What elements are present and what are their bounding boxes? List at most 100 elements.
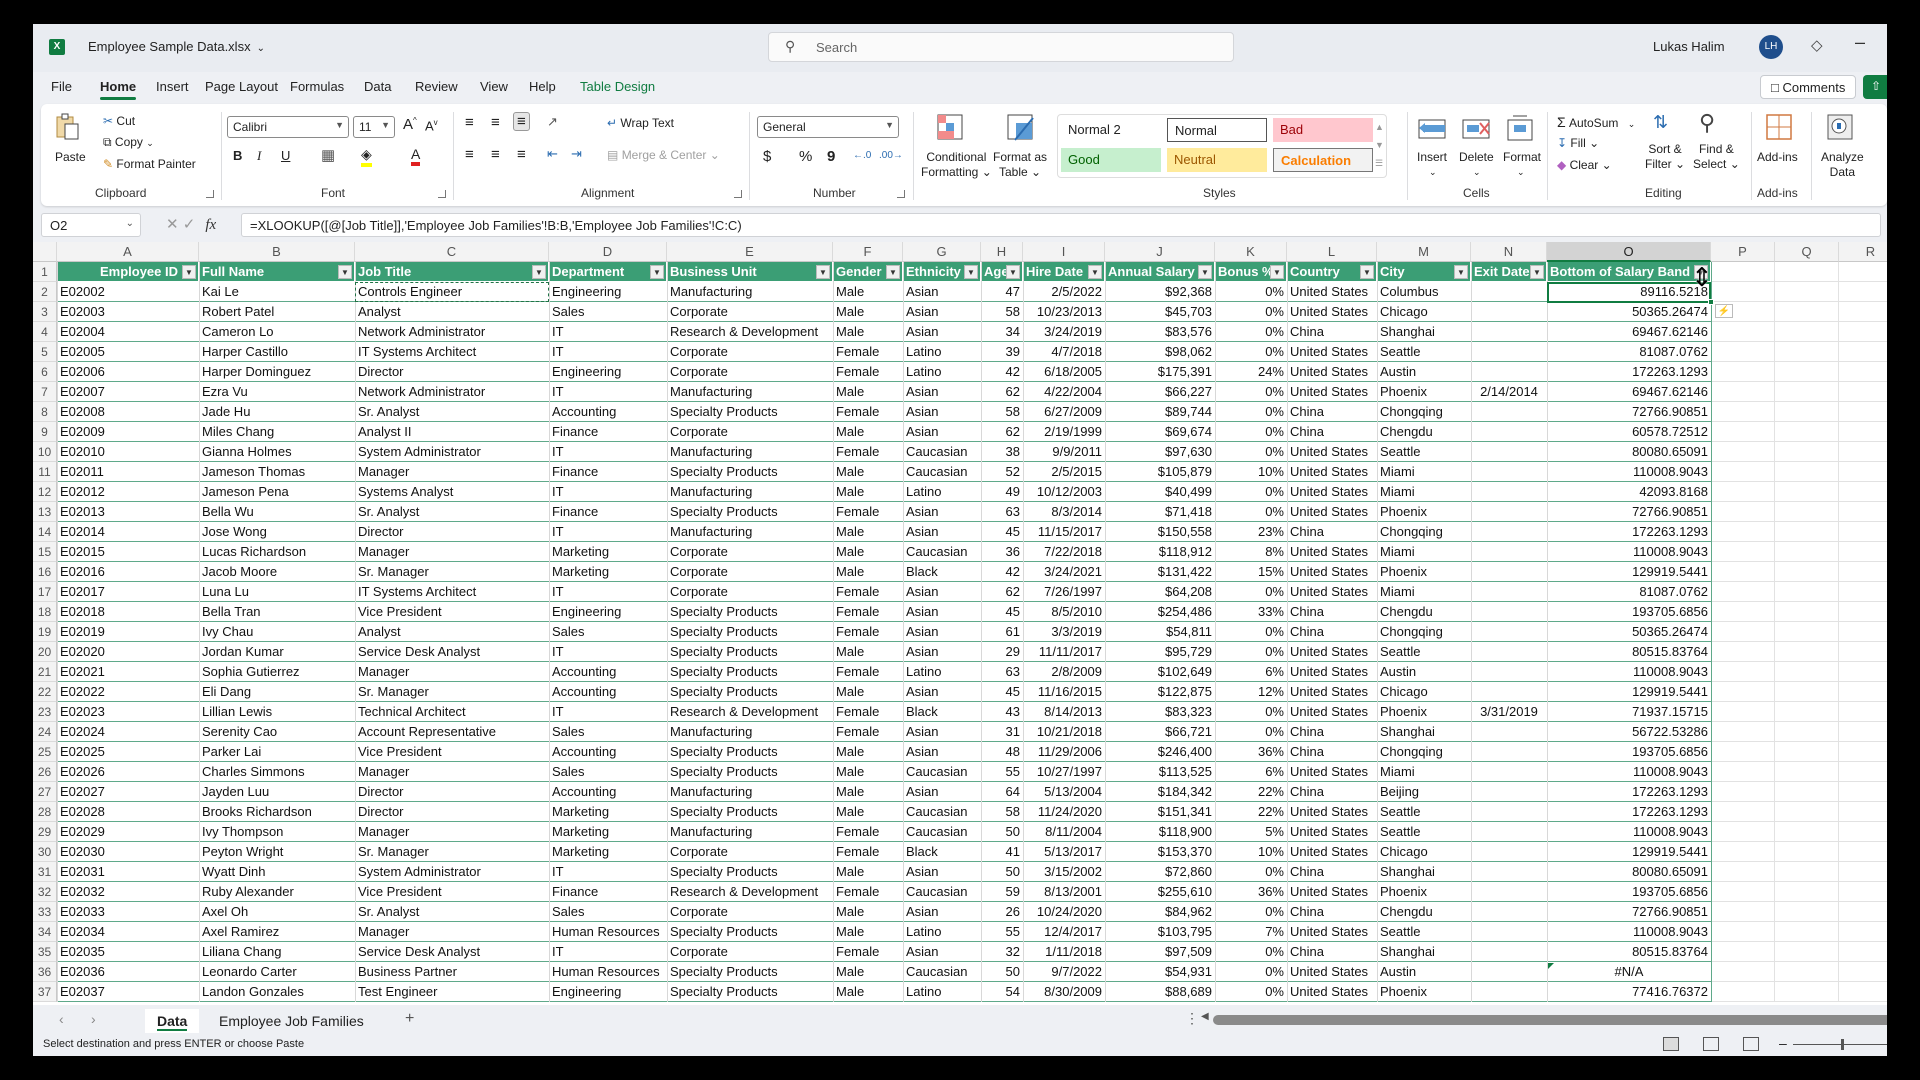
- cell-f20[interactable]: Male: [833, 642, 903, 662]
- empty-cell[interactable]: [1839, 482, 1887, 502]
- cell-k31[interactable]: 0%: [1215, 862, 1287, 882]
- cell-k33[interactable]: 0%: [1215, 902, 1287, 922]
- cell-j36[interactable]: $54,931: [1105, 962, 1215, 982]
- empty-cell[interactable]: [1775, 402, 1839, 422]
- cell-d17[interactable]: IT: [549, 582, 667, 602]
- cell-d26[interactable]: Sales: [549, 762, 667, 782]
- filter-dropdown-icon[interactable]: ▼: [816, 265, 830, 279]
- cell-l8[interactable]: China: [1287, 402, 1377, 422]
- cell-c37[interactable]: Test Engineer: [355, 982, 549, 1002]
- error-indicator-icon[interactable]: [1548, 963, 1554, 969]
- cell-o5[interactable]: 81087.0762: [1547, 342, 1711, 362]
- autosum-button[interactable]: Σ AutoSum ⌄: [1557, 114, 1635, 130]
- cell-n35[interactable]: [1471, 942, 1547, 962]
- cell-b35[interactable]: Liliana Chang: [199, 942, 355, 962]
- cell-d30[interactable]: Marketing: [549, 842, 667, 862]
- cell-n27[interactable]: [1471, 782, 1547, 802]
- cell-a11[interactable]: E02011: [57, 462, 199, 482]
- cell-d3[interactable]: Sales: [549, 302, 667, 322]
- cell-d25[interactable]: Accounting: [549, 742, 667, 762]
- cell-d34[interactable]: Human Resources: [549, 922, 667, 942]
- empty-cell[interactable]: [1775, 842, 1839, 862]
- cell-o8[interactable]: 72766.90851: [1547, 402, 1711, 422]
- cell-e7[interactable]: Manufacturing: [667, 382, 833, 402]
- cell-h24[interactable]: 31: [981, 722, 1023, 742]
- empty-cell[interactable]: [1839, 902, 1887, 922]
- filter-dropdown-icon[interactable]: ▼: [1360, 265, 1374, 279]
- cell-d32[interactable]: Finance: [549, 882, 667, 902]
- page-layout-view-icon[interactable]: [1703, 1037, 1719, 1051]
- cell-f3[interactable]: Male: [833, 302, 903, 322]
- cell-o35[interactable]: 80515.83764: [1547, 942, 1711, 962]
- empty-cell[interactable]: [1775, 342, 1839, 362]
- cell-c35[interactable]: Service Desk Analyst: [355, 942, 549, 962]
- cell-g18[interactable]: Asian: [903, 602, 981, 622]
- cell-m25[interactable]: Chongqing: [1377, 742, 1471, 762]
- cell-c17[interactable]: IT Systems Architect: [355, 582, 549, 602]
- cell-b4[interactable]: Cameron Lo: [199, 322, 355, 342]
- empty-cell[interactable]: [1775, 322, 1839, 342]
- cell-c30[interactable]: Sr. Manager: [355, 842, 549, 862]
- cell-k16[interactable]: 15%: [1215, 562, 1287, 582]
- cell-m35[interactable]: Shanghai: [1377, 942, 1471, 962]
- cell-h4[interactable]: 34: [981, 322, 1023, 342]
- cell-n28[interactable]: [1471, 802, 1547, 822]
- filter-dropdown-icon[interactable]: ▼: [1088, 265, 1102, 279]
- menu-tab-formulas[interactable]: Formulas: [290, 79, 344, 94]
- cell-j37[interactable]: $88,689: [1105, 982, 1215, 1002]
- cell-j20[interactable]: $95,729: [1105, 642, 1215, 662]
- cell-g17[interactable]: Asian: [903, 582, 981, 602]
- filter-dropdown-icon[interactable]: ▼: [182, 265, 196, 279]
- cell-h15[interactable]: 36: [981, 542, 1023, 562]
- cell-l26[interactable]: United States: [1287, 762, 1377, 782]
- cell-n24[interactable]: [1471, 722, 1547, 742]
- cell-o37[interactable]: 77416.76372: [1547, 982, 1711, 1002]
- cell-k8[interactable]: 0%: [1215, 402, 1287, 422]
- cell-k18[interactable]: 33%: [1215, 602, 1287, 622]
- cell-j14[interactable]: $150,558: [1105, 522, 1215, 542]
- cell-d13[interactable]: Finance: [549, 502, 667, 522]
- filter-dropdown-icon[interactable]: ▼: [964, 265, 978, 279]
- minimize-button[interactable]: –: [1855, 32, 1865, 53]
- sort-filter-button[interactable]: Sort & Filter ⌄: [1645, 142, 1685, 172]
- middle-align-button[interactable]: ≡: [491, 114, 500, 131]
- cell-a12[interactable]: E02012: [57, 482, 199, 502]
- share-button[interactable]: ⇧: [1863, 75, 1887, 99]
- cell-o25[interactable]: 193705.6856: [1547, 742, 1711, 762]
- cut-button[interactable]: ✂ Cut: [103, 114, 135, 128]
- cell-a32[interactable]: E02032: [57, 882, 199, 902]
- cell-c18[interactable]: Vice President: [355, 602, 549, 622]
- cell-o27[interactable]: 172263.1293: [1547, 782, 1711, 802]
- empty-cell[interactable]: [1775, 482, 1839, 502]
- cell-n18[interactable]: [1471, 602, 1547, 622]
- cell-f24[interactable]: Female: [833, 722, 903, 742]
- currency-button[interactable]: $: [763, 148, 771, 165]
- cell-e36[interactable]: Specialty Products: [667, 962, 833, 982]
- cell-i4[interactable]: 3/24/2019: [1023, 322, 1105, 342]
- style-neutral[interactable]: Neutral: [1167, 148, 1267, 172]
- select-all-corner[interactable]: [33, 242, 57, 262]
- cell-g29[interactable]: Caucasian: [903, 822, 981, 842]
- cell-h25[interactable]: 48: [981, 742, 1023, 762]
- cell-b8[interactable]: Jade Hu: [199, 402, 355, 422]
- cell-f17[interactable]: Female: [833, 582, 903, 602]
- cell-e22[interactable]: Specialty Products: [667, 682, 833, 702]
- cell-i7[interactable]: 4/22/2004: [1023, 382, 1105, 402]
- cell-o36[interactable]: #N/A: [1547, 962, 1711, 982]
- cell-l25[interactable]: China: [1287, 742, 1377, 762]
- cell-a5[interactable]: E02005: [57, 342, 199, 362]
- premium-diamond-icon[interactable]: ◇: [1811, 36, 1823, 54]
- cell-l28[interactable]: United States: [1287, 802, 1377, 822]
- cell-g12[interactable]: Latino: [903, 482, 981, 502]
- cell-b22[interactable]: Eli Dang: [199, 682, 355, 702]
- cell-l16[interactable]: United States: [1287, 562, 1377, 582]
- cell-n11[interactable]: [1471, 462, 1547, 482]
- cell-c11[interactable]: Manager: [355, 462, 549, 482]
- row-header[interactable]: 28: [33, 802, 57, 822]
- empty-cell[interactable]: [1839, 922, 1887, 942]
- cell-l7[interactable]: United States: [1287, 382, 1377, 402]
- cell-k15[interactable]: 8%: [1215, 542, 1287, 562]
- cell-o26[interactable]: 110008.9043: [1547, 762, 1711, 782]
- empty-cell[interactable]: [1711, 442, 1775, 462]
- cell-l30[interactable]: United States: [1287, 842, 1377, 862]
